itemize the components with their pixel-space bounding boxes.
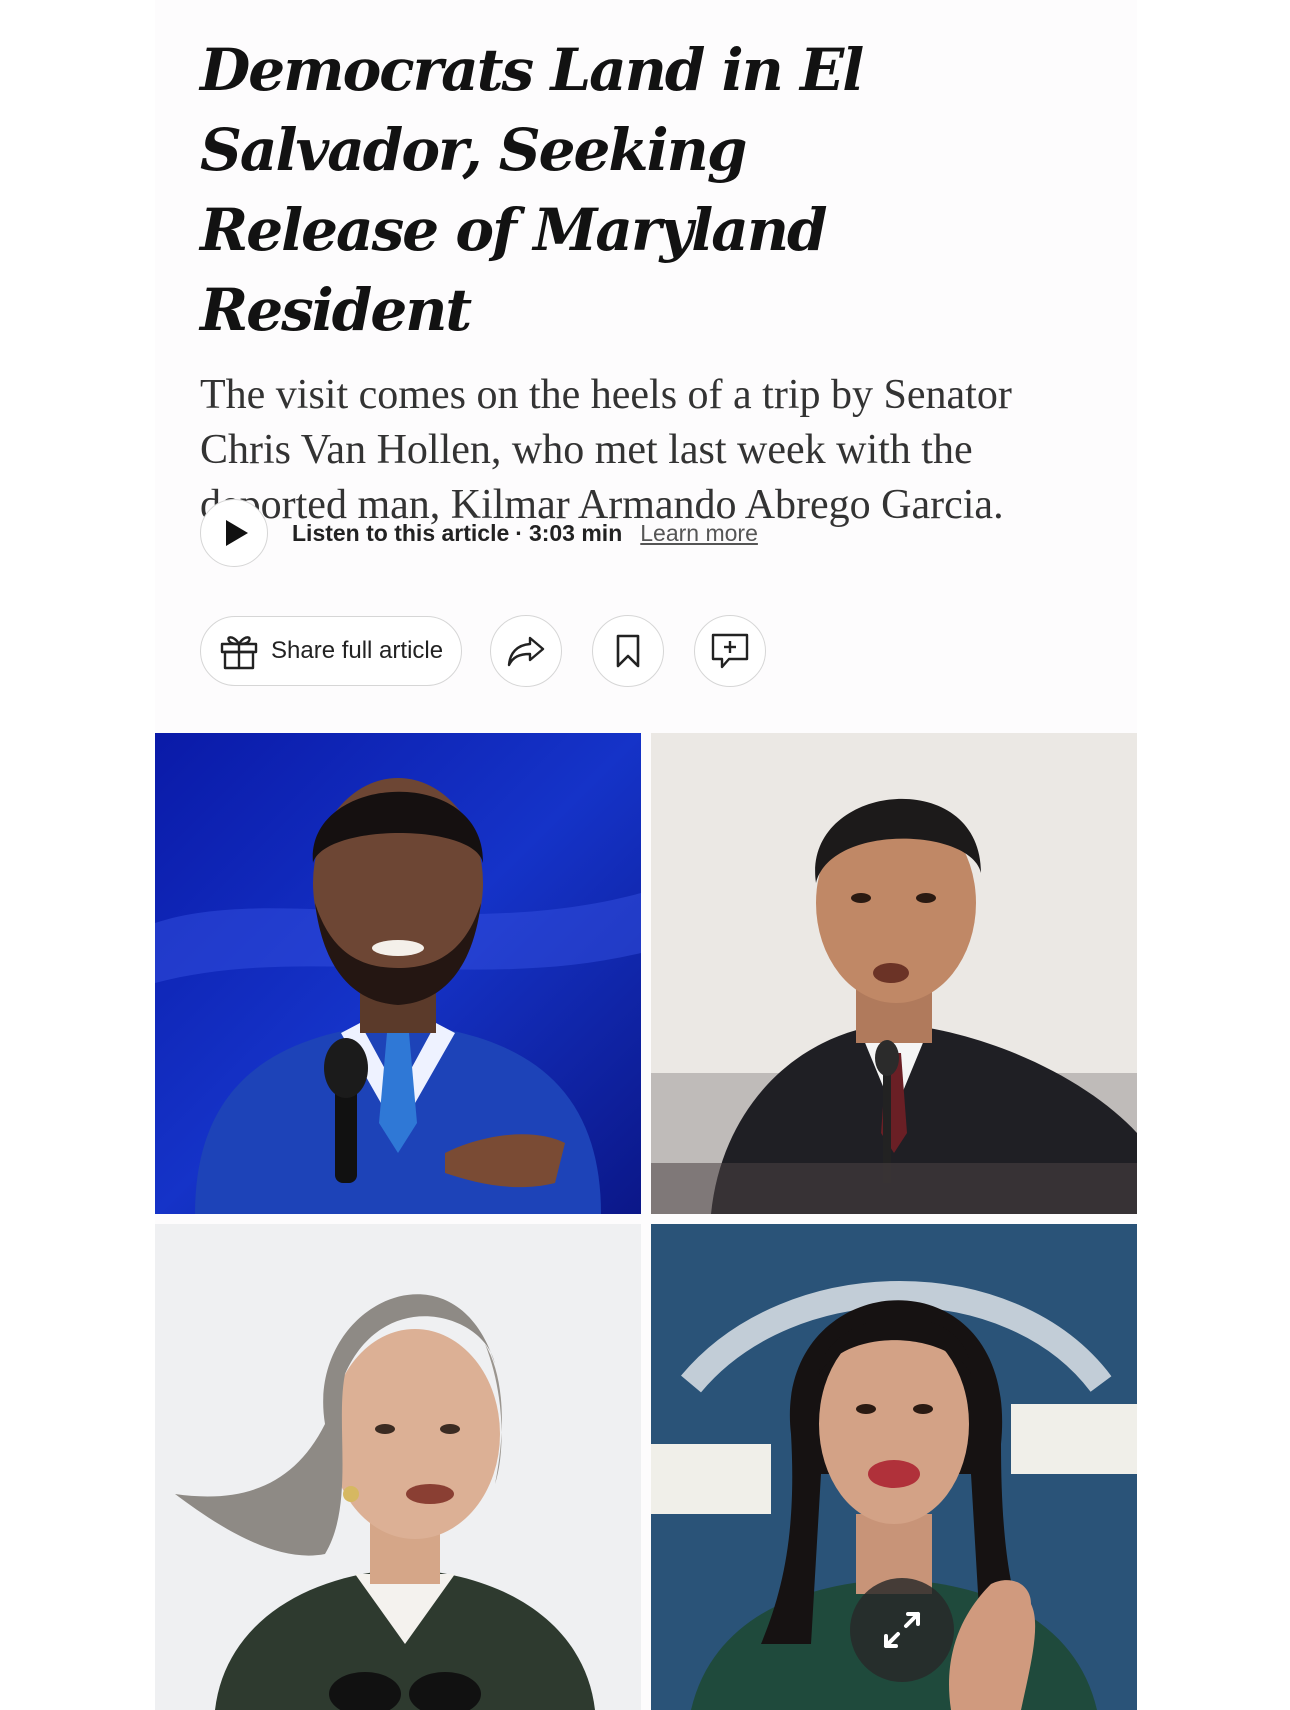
play-icon [225, 520, 248, 546]
comments-button[interactable] [694, 615, 767, 687]
bookmark-icon [616, 634, 640, 668]
expand-icon [884, 1612, 920, 1648]
photo-woman-gray-hair[interactable] [155, 1224, 641, 1710]
learn-more-link[interactable]: Learn more [640, 520, 758, 547]
article-page: Democrats Land in El Salvador, Seeking R… [155, 0, 1137, 1710]
expand-gallery-button[interactable] [850, 1578, 954, 1682]
audio-duration: 3:03 min [528, 519, 623, 546]
save-bookmark-button[interactable] [592, 615, 665, 687]
audio-player-row: Listen to this article · 3:03 min Learn … [200, 497, 758, 569]
listen-label: Listen to this article [292, 519, 510, 546]
article-toolbar: Share full article [200, 615, 767, 687]
play-button[interactable] [200, 499, 268, 567]
share-full-article-label: Share full article [271, 637, 444, 664]
share-icon [507, 636, 545, 667]
share-full-article-button[interactable]: Share full article [200, 616, 463, 686]
headline: Democrats Land in El Salvador, Seeking R… [200, 36, 864, 344]
photo-man-at-microphone[interactable] [651, 733, 1137, 1214]
article-header: Democrats Land in El Salvador, Seeking R… [200, 30, 1100, 533]
photo-grid [155, 733, 1137, 1710]
listen-separator: · [515, 519, 523, 546]
gift-icon [220, 636, 258, 670]
share-button[interactable] [490, 615, 563, 687]
photo-man-blue-suit[interactable] [155, 733, 641, 1214]
comment-icon [711, 633, 749, 669]
